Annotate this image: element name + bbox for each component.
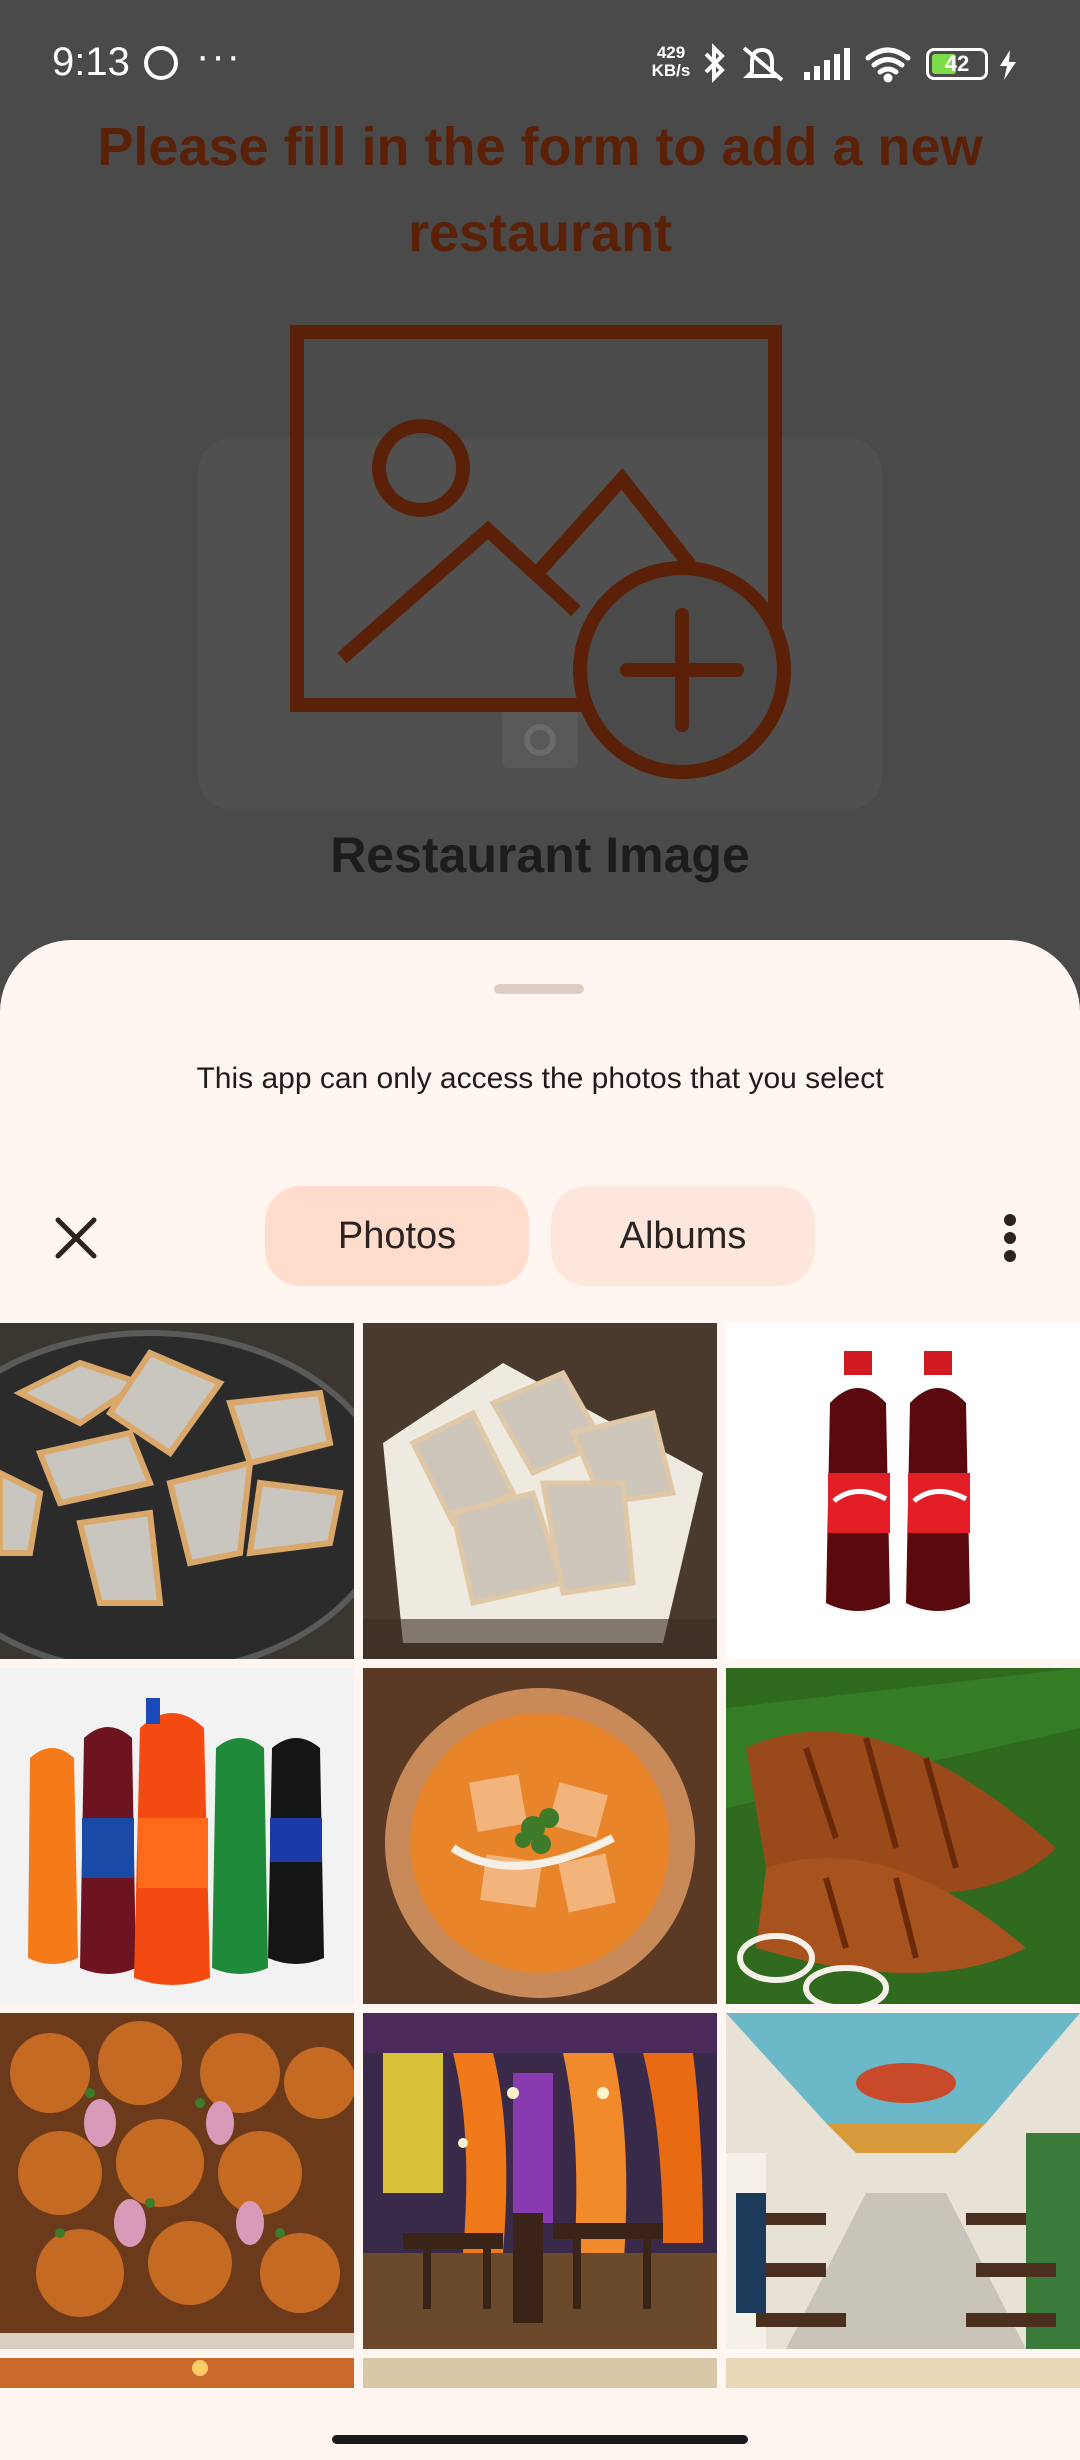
photo-partial-3[interactable] [726,2358,1080,2388]
silent-icon [742,46,784,82]
network-speed-unit: KB/s [651,61,691,80]
photo-picker-sheet: This app can only access the photos that… [0,940,1080,2460]
signal-icon [804,48,850,80]
photo-kaju-katli-bowl[interactable] [363,1323,717,1659]
photo-kaju-katli-plate[interactable] [0,1323,354,1659]
status-icons [704,43,911,83]
photo-restaurant-interior-orange[interactable] [363,2013,717,2349]
photo-soft-drink-bottles[interactable] [0,1668,354,2004]
photo-fried-fish[interactable] [726,1668,1080,2004]
form-title: Please fill in the form to add a new res… [97,117,983,263]
charging-icon [1000,50,1016,80]
more-options-icon[interactable] [990,1208,1030,1268]
photo-coca-cola-bottles[interactable] [726,1323,1080,1659]
status-time: 9:13 [52,40,130,84]
restaurant-image-label: Restaurant Image [330,827,750,883]
notification-app-icon [144,46,178,80]
photo-partial-2[interactable] [363,2358,717,2388]
tab-albums[interactable]: Albums [551,1186,815,1286]
photo-partial-1[interactable] [0,2358,354,2388]
photo-paneer-curry[interactable] [363,1668,717,2004]
network-speed: 429 KB/s [646,44,696,80]
drag-handle[interactable] [494,984,584,994]
home-indicator[interactable] [332,2435,748,2444]
battery-indicator: 42 [926,48,988,80]
battery-level: 42 [944,51,970,76]
add-image-icon[interactable] [280,325,800,795]
wifi-icon [865,47,911,83]
picker-info-text: This app can only access the photos that… [196,1062,884,1095]
network-speed-value: 429 [656,43,686,62]
bluetooth-icon [704,43,725,83]
photo-roast-chicken-tray[interactable] [0,2013,354,2349]
tab-photos[interactable]: Photos [265,1186,529,1286]
photo-restaurant-interior-hall[interactable] [726,2013,1080,2349]
close-icon[interactable] [46,1208,106,1268]
more-notifications-icon: ··· [196,34,242,78]
